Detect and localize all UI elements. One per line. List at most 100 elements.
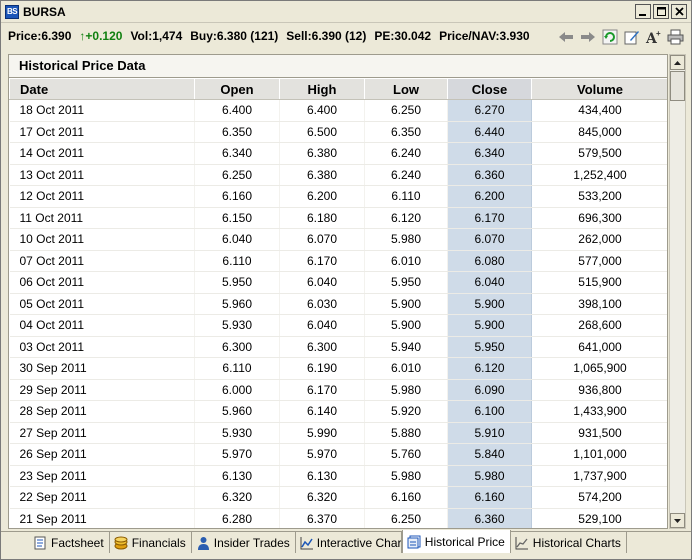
tab-label: Factsheet — [51, 535, 104, 550]
cell-high: 6.380 — [279, 164, 365, 186]
cell-close: 6.070 — [447, 228, 532, 251]
svg-text:+: + — [656, 29, 661, 38]
column-header-volume[interactable]: Volume — [531, 78, 667, 100]
history-icon — [407, 534, 422, 549]
quote-price-nav: Price/NAV:3.930 — [439, 29, 530, 43]
cell-volume: 1,065,900 — [531, 357, 667, 380]
scroll-thumb[interactable] — [670, 71, 685, 101]
forward-button[interactable] — [578, 27, 597, 46]
cell-volume: 1,101,000 — [531, 443, 667, 466]
table-row[interactable]: 30 Sep 2011 6.110 6.190 6.010 6.120 1,065,900 — [9, 357, 667, 380]
table-row[interactable]: 23 Sep 2011 6.130 6.130 5.980 5.980 1,737,900 — [9, 465, 667, 487]
vertical-scrollbar[interactable] — [669, 54, 686, 529]
table-row[interactable]: 17 Oct 2011 6.350 6.500 6.350 6.440 845,000 — [9, 121, 667, 143]
table-row[interactable]: 11 Oct 2011 6.150 6.180 6.120 6.170 696,300 — [9, 207, 667, 229]
cell-date: 22 Sep 2011 — [9, 486, 195, 509]
table-row[interactable]: 06 Oct 2011 5.950 6.040 5.950 6.040 515,900 — [9, 271, 667, 294]
tab-interactive-charts[interactable]: Interactive Charts — [295, 532, 402, 553]
table-row[interactable]: 14 Oct 2011 6.340 6.380 6.240 6.340 579,500 — [9, 142, 667, 165]
column-header-high[interactable]: High — [279, 78, 365, 100]
table-row[interactable]: 22 Sep 2011 6.320 6.320 6.160 6.160 574,200 — [9, 486, 667, 509]
cell-open: 6.400 — [194, 99, 280, 122]
cell-high: 6.130 — [279, 465, 365, 487]
cell-open: 6.160 — [194, 185, 280, 208]
cell-date: 18 Oct 2011 — [9, 99, 195, 122]
cell-date: 07 Oct 2011 — [9, 250, 195, 272]
table-row[interactable]: 10 Oct 2011 6.040 6.070 5.980 6.070 262,000 — [9, 228, 667, 251]
table-row[interactable]: 21 Sep 2011 6.280 6.370 6.250 6.360 529,100 — [9, 508, 667, 528]
table-row[interactable]: 13 Oct 2011 6.250 6.380 6.240 6.360 1,252,400 — [9, 164, 667, 186]
cell-high: 5.990 — [279, 422, 365, 444]
tab-insider-trades[interactable]: Insider Trades — [191, 532, 296, 553]
bursa-app-icon: BS — [5, 4, 19, 19]
cell-close: 5.980 — [447, 465, 532, 487]
table-row[interactable]: 29 Sep 2011 6.000 6.170 5.980 6.090 936,800 — [9, 379, 667, 401]
cell-close: 6.040 — [447, 271, 532, 294]
cell-close: 6.340 — [447, 142, 532, 165]
cell-high: 6.380 — [279, 142, 365, 165]
cell-date: 27 Sep 2011 — [9, 422, 195, 444]
table-row[interactable]: 12 Oct 2011 6.160 6.200 6.110 6.200 533,200 — [9, 185, 667, 208]
cell-close: 5.950 — [447, 336, 532, 358]
quote-volume: Vol:1,474 — [130, 29, 183, 43]
cell-high: 6.140 — [279, 400, 365, 423]
cell-date: 14 Oct 2011 — [9, 142, 195, 165]
table-row[interactable]: 26 Sep 2011 5.970 5.970 5.760 5.840 1,101,000 — [9, 443, 667, 466]
title-bar: BS BURSA — [1, 1, 691, 23]
quote-price: Price:6.390 — [8, 29, 72, 43]
window-controls — [635, 4, 687, 19]
tab-label: Insider Trades — [213, 535, 290, 550]
table-row[interactable]: 05 Oct 2011 5.960 6.030 5.900 5.900 398,100 — [9, 293, 667, 315]
cell-date: 30 Sep 2011 — [9, 357, 195, 380]
cell-open: 5.950 — [194, 271, 280, 294]
tab-historical-charts[interactable]: Historical Charts — [510, 532, 627, 553]
column-header-date[interactable]: Date — [9, 78, 195, 100]
cell-close: 6.160 — [447, 486, 532, 509]
edit-button[interactable] — [622, 27, 641, 46]
table-row[interactable]: 18 Oct 2011 6.400 6.400 6.250 6.270 434,400 — [9, 99, 667, 122]
cell-volume: 529,100 — [531, 508, 667, 528]
scroll-down-button[interactable] — [670, 513, 685, 528]
refresh-button[interactable] — [600, 27, 619, 46]
toolbar: A + — [556, 27, 685, 46]
minimize-button[interactable] — [635, 4, 651, 19]
table-row[interactable]: 07 Oct 2011 6.110 6.170 6.010 6.080 577,000 — [9, 250, 667, 272]
cell-high: 6.030 — [279, 293, 365, 315]
edit-icon — [624, 30, 639, 44]
line-chart-icon — [300, 535, 314, 550]
maximize-button[interactable] — [653, 4, 669, 19]
cell-close: 6.170 — [447, 207, 532, 229]
table-row[interactable]: 28 Sep 2011 5.960 6.140 5.920 6.100 1,433,900 — [9, 400, 667, 423]
cell-high: 6.400 — [279, 99, 365, 122]
tab-financials[interactable]: Financials — [109, 532, 192, 553]
tab-historical-price[interactable]: Historical Price — [401, 530, 511, 553]
tab-label: Financials — [131, 535, 186, 550]
cell-volume: 577,000 — [531, 250, 667, 272]
cell-low: 6.110 — [364, 185, 448, 208]
print-button[interactable] — [666, 27, 685, 46]
cell-low: 5.900 — [364, 293, 448, 315]
cell-volume: 1,252,400 — [531, 164, 667, 186]
close-button[interactable] — [671, 4, 687, 19]
print-icon — [667, 29, 684, 44]
scroll-up-button[interactable] — [670, 55, 685, 70]
tab-factsheet[interactable]: Factsheet — [29, 532, 110, 553]
column-header-low[interactable]: Low — [364, 78, 448, 100]
cell-close: 6.200 — [447, 185, 532, 208]
cell-low: 6.160 — [364, 486, 448, 509]
column-header-close[interactable]: Close — [447, 78, 532, 100]
cell-volume: 533,200 — [531, 185, 667, 208]
table-row[interactable]: 04 Oct 2011 5.930 6.040 5.900 5.900 268,600 — [9, 314, 667, 337]
cell-open: 6.280 — [194, 508, 280, 528]
cell-open: 5.970 — [194, 443, 280, 466]
font-size-button[interactable]: A + — [644, 27, 663, 46]
cell-date: 12 Oct 2011 — [9, 185, 195, 208]
table-row[interactable]: 27 Sep 2011 5.930 5.990 5.880 5.910 931,500 — [9, 422, 667, 444]
back-button[interactable] — [556, 27, 575, 46]
cell-volume: 515,900 — [531, 271, 667, 294]
cell-date: 06 Oct 2011 — [9, 271, 195, 294]
column-header-open[interactable]: Open — [194, 78, 280, 100]
table-row[interactable]: 03 Oct 2011 6.300 6.300 5.940 5.950 641,000 — [9, 336, 667, 358]
cell-close: 6.100 — [447, 400, 532, 423]
cell-volume: 931,500 — [531, 422, 667, 444]
